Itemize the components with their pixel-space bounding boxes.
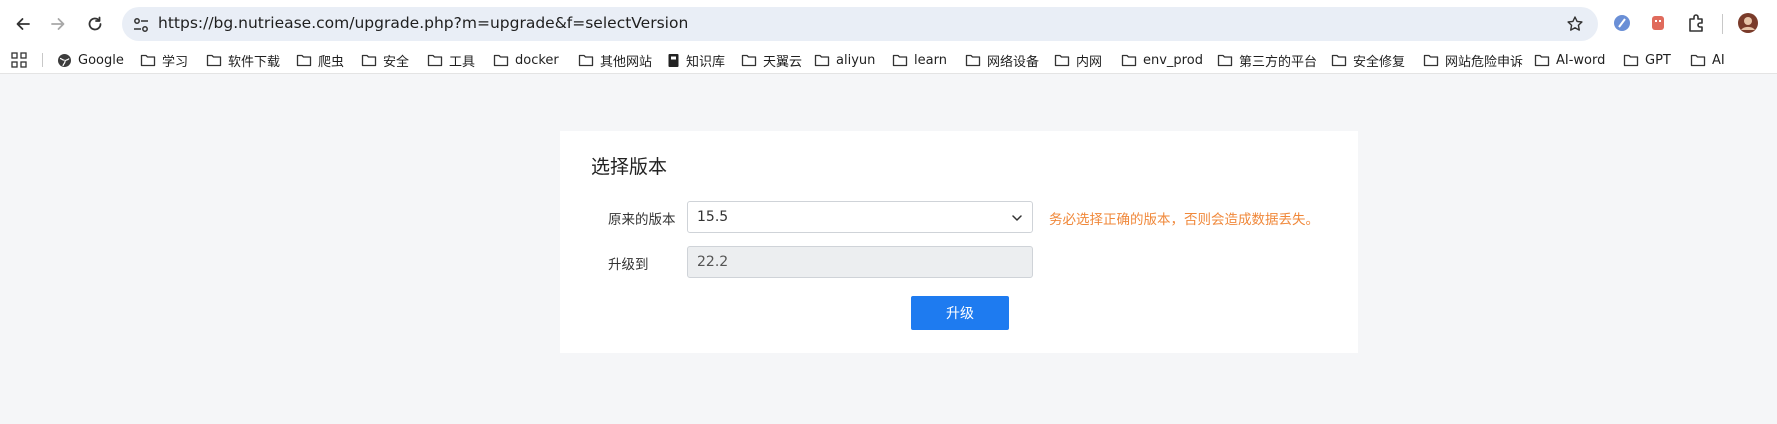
bookmark-item[interactable]: 软件下载 <box>206 51 281 70</box>
upgrade-to-field <box>687 246 1033 278</box>
bookmark-label: learn <box>914 52 947 68</box>
upgrade-to-label: 升级到 <box>608 257 649 273</box>
bookmark-label: 其他网站 <box>600 54 653 70</box>
original-version-select[interactable]: 15.5 <box>687 201 1033 233</box>
bookmark-item[interactable]: 爬虫 <box>296 51 345 70</box>
forward-button[interactable] <box>46 12 70 36</box>
apps-grid-button[interactable] <box>11 51 33 69</box>
bookmarks-divider <box>42 53 43 67</box>
reload-button[interactable] <box>83 12 107 36</box>
bookmark-label: 网络设备 <box>987 54 1040 70</box>
bookmark-label: 天翼云 <box>763 54 803 70</box>
folder-icon <box>361 54 377 67</box>
bookmark-label: 安全修复 <box>1353 54 1406 70</box>
bookmark-item[interactable]: env_prod <box>1121 51 1203 69</box>
bookmark-label: env_prod <box>1143 52 1203 68</box>
bookmark-item[interactable]: 天翼云 <box>741 51 803 70</box>
url-text[interactable]: https://bg.nutriease.com/upgrade.php?m=u… <box>158 14 688 32</box>
original-version-value: 15.5 <box>697 209 729 225</box>
folder-icon <box>1054 54 1070 67</box>
google-globe-icon <box>58 53 71 67</box>
select-version-panel: 选择版本 原来的版本 15.5 务必选择正确的版本，否则会造成数据丢失。 升级到… <box>560 131 1358 353</box>
bookmark-label: AI-word <box>1556 52 1606 68</box>
bookmark-item[interactable]: 学习 <box>140 51 189 70</box>
bookmark-label: 软件下载 <box>228 54 281 70</box>
bookmark-star-icon[interactable] <box>1566 15 1584 33</box>
bookmark-label: 安全 <box>383 54 410 70</box>
bookmark-label: docker <box>515 52 559 68</box>
data-loss-warning: 务必选择正确的版本，否则会造成数据丢失。 <box>1049 212 1319 228</box>
folder-icon <box>493 54 509 67</box>
folder-icon <box>1217 54 1233 67</box>
profile-avatar-icon[interactable] <box>1737 12 1759 34</box>
folder-icon <box>814 54 830 67</box>
arrow-right-icon <box>51 18 65 30</box>
reload-icon <box>88 16 102 31</box>
bookmark-item[interactable]: 其他网站 <box>578 51 653 70</box>
book-icon <box>668 53 679 67</box>
bookmark-label: 工具 <box>449 54 476 70</box>
folder-icon <box>296 54 312 67</box>
folder-icon <box>1423 54 1439 67</box>
bookmark-item[interactable]: GPT <box>1623 51 1671 69</box>
browser-toolbar: https://bg.nutriease.com/upgrade.php?m=u… <box>0 0 1777 47</box>
bookmark-item[interactable]: learn <box>892 51 947 69</box>
bookmark-item[interactable]: 内网 <box>1054 51 1103 70</box>
back-button[interactable] <box>11 12 35 36</box>
folder-icon <box>892 54 908 67</box>
folder-icon <box>1121 54 1137 67</box>
chevron-down-icon <box>1012 215 1022 221</box>
bookmark-label: 知识库 <box>686 54 726 70</box>
bookmark-label: 第三方的平台 <box>1239 54 1318 70</box>
folder-icon <box>140 54 156 67</box>
bookmark-item[interactable]: AI <box>1690 51 1725 69</box>
folder-icon <box>578 54 594 67</box>
bookmark-label: 网站危险申诉 <box>1445 54 1524 70</box>
upgrade-button[interactable]: 升级 <box>911 296 1009 330</box>
bookmark-item[interactable]: docker <box>493 51 559 69</box>
folder-icon <box>965 54 981 67</box>
folder-icon <box>1331 54 1347 67</box>
bookmark-item[interactable]: Google <box>57 51 124 69</box>
address-bar[interactable]: https://bg.nutriease.com/upgrade.php?m=u… <box>122 7 1598 41</box>
bookmark-item[interactable]: 第三方的平台 <box>1217 51 1318 70</box>
bookmark-item[interactable]: 网络设备 <box>965 51 1040 70</box>
folder-icon <box>1534 54 1550 67</box>
folder-icon <box>1690 54 1706 67</box>
extension-red-icon[interactable] <box>1647 12 1669 34</box>
bookmark-label: aliyun <box>836 52 876 68</box>
bookmark-item[interactable]: 工具 <box>427 51 476 70</box>
folder-icon <box>741 54 757 67</box>
bookmark-label: AI <box>1712 52 1725 68</box>
extensions-puzzle-icon[interactable] <box>1685 12 1707 34</box>
arrow-left-icon <box>16 18 30 30</box>
bookmarks-bar: Google 学习 软件下载 爬虫 安全 工具 docker 其他网站 知识库 天翼云 aliyun… <box>0 47 1777 74</box>
bookmark-item[interactable]: 网站危险申诉 <box>1423 51 1524 70</box>
bookmark-item[interactable]: AI-word <box>1534 51 1605 69</box>
bookmark-label: 内网 <box>1076 54 1103 70</box>
folder-icon <box>206 54 222 67</box>
site-settings-icon[interactable] <box>132 16 150 34</box>
bookmark-item[interactable]: 知识库 <box>667 51 726 70</box>
apps-grid-icon <box>11 52 27 68</box>
page-title: 选择版本 <box>591 156 668 178</box>
toolbar-divider <box>1722 14 1723 34</box>
extension-blue-icon[interactable] <box>1611 12 1633 34</box>
bookmark-label: 爬虫 <box>318 54 345 70</box>
page-content: 选择版本 原来的版本 15.5 务必选择正确的版本，否则会造成数据丢失。 升级到… <box>0 74 1777 424</box>
folder-icon <box>427 54 443 67</box>
upgrade-to-input <box>688 247 1032 277</box>
bookmark-label: GPT <box>1645 52 1671 68</box>
bookmark-label: Google <box>78 52 124 68</box>
folder-icon <box>1623 54 1639 67</box>
bookmark-item[interactable]: 安全修复 <box>1331 51 1406 70</box>
bookmark-item[interactable]: aliyun <box>814 51 875 69</box>
original-version-label: 原来的版本 <box>608 212 676 228</box>
bookmark-item[interactable]: 安全 <box>361 51 410 70</box>
bookmark-label: 学习 <box>162 54 189 70</box>
